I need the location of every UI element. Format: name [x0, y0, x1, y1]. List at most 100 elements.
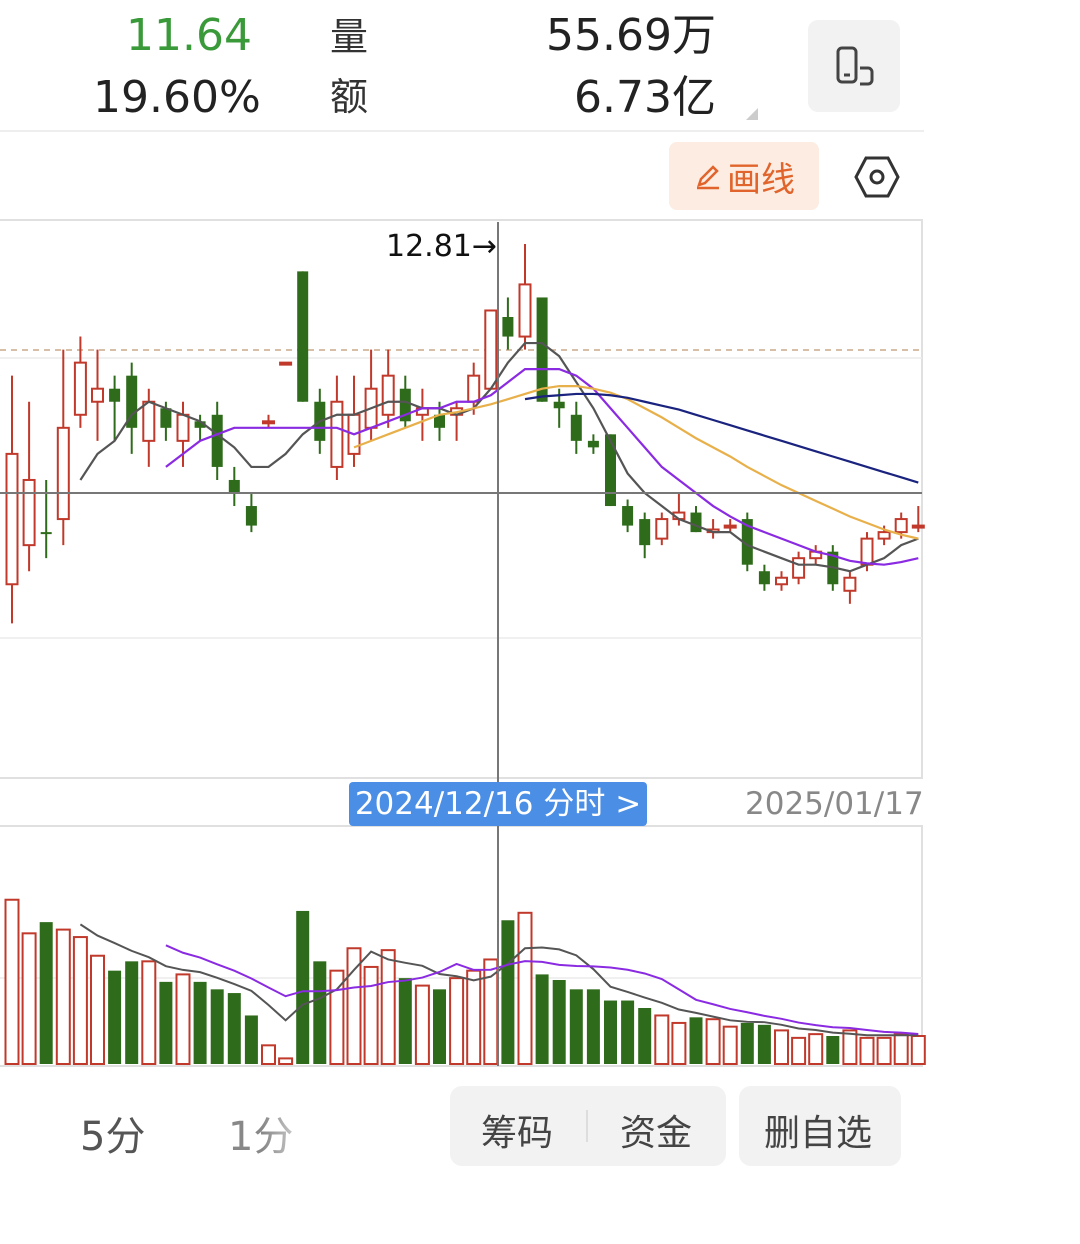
volume-bar — [689, 1017, 703, 1064]
volume-bar — [604, 1000, 617, 1064]
volume-bar — [791, 1036, 807, 1066]
volume-bar — [671, 1021, 687, 1066]
candles-group — [5, 244, 925, 624]
volume-bar — [433, 989, 446, 1064]
volume-bar — [21, 932, 37, 1065]
candle-body — [211, 414, 223, 467]
candle-body — [142, 400, 156, 442]
candle-body — [73, 361, 87, 416]
volume-bar — [722, 1025, 738, 1065]
end-date-label: 2025/01/17 — [745, 786, 924, 822]
candle-body — [228, 479, 240, 493]
remove-watchlist-button[interactable]: 删自选 — [764, 1104, 872, 1156]
volume-bar — [296, 910, 310, 1064]
candle-body — [330, 400, 344, 468]
candle-body — [109, 388, 121, 402]
volume-bar — [193, 981, 207, 1064]
price-panel-frame — [0, 219, 923, 779]
volume-bar — [483, 958, 499, 1066]
candle-body — [758, 571, 770, 585]
tab-5min[interactable]: 5分 — [80, 1104, 145, 1162]
candle-body — [40, 532, 52, 535]
volume-bar — [757, 1024, 771, 1064]
volume-bar — [210, 989, 224, 1064]
candle-body — [297, 271, 309, 402]
candle-body — [536, 297, 548, 402]
volume-bar — [535, 974, 549, 1064]
candle-body — [894, 518, 908, 534]
candle-body — [587, 440, 599, 448]
volume-bar — [141, 960, 157, 1065]
chips-button[interactable]: 筹码 — [481, 1104, 553, 1156]
ma-lines-group — [79, 341, 919, 573]
volume-bar — [125, 961, 139, 1064]
volume-bar — [501, 920, 515, 1064]
volume-bar — [705, 1018, 721, 1066]
volume-bar — [893, 1033, 909, 1065]
volume-bar — [4, 898, 20, 1065]
candle-body — [911, 524, 925, 529]
volume-bar — [72, 936, 88, 1065]
volume-bar — [55, 928, 71, 1065]
volume-bar — [808, 1033, 824, 1065]
volume-bar — [175, 973, 191, 1066]
candle-body — [91, 387, 104, 403]
volume-bar — [39, 922, 53, 1064]
volume-bar — [876, 1036, 892, 1066]
volume-bar — [244, 1015, 258, 1064]
candle-body — [160, 408, 172, 428]
candle-body — [570, 414, 582, 441]
funds-button[interactable]: 资金 — [620, 1104, 692, 1156]
candle-body — [262, 420, 275, 425]
volume-bar — [227, 993, 241, 1064]
volume-bar — [90, 954, 105, 1066]
kline-chart[interactable]: 12.81→ — [0, 0, 1080, 1080]
volume-bar — [449, 977, 465, 1066]
volume-bar — [380, 949, 396, 1066]
ma-line-1 — [79, 341, 919, 573]
candle-body — [176, 413, 190, 442]
volume-bars-group — [4, 898, 926, 1066]
candle-body — [843, 576, 857, 592]
candle-body — [502, 317, 514, 337]
volume-bar — [261, 1044, 276, 1066]
volume-bar — [638, 1008, 652, 1064]
candle-body — [877, 531, 891, 540]
crosshair-date-label: 2024/12/16 分时 > — [354, 786, 642, 822]
tab-fade — [262, 1096, 322, 1156]
crosshair-price-label: 12.81→ — [386, 229, 497, 264]
volume-bar — [159, 981, 173, 1064]
candle-body — [467, 374, 481, 403]
volume-bar — [774, 1029, 789, 1066]
candle-body — [484, 309, 498, 390]
candle-body — [622, 506, 634, 526]
volume-bar — [621, 1000, 635, 1064]
candle-body — [22, 478, 36, 547]
pill-divider — [586, 1110, 588, 1142]
volume-bar — [398, 978, 412, 1064]
volume-bar — [842, 1029, 858, 1066]
volume-bar — [466, 969, 482, 1066]
volume-bar — [569, 989, 583, 1064]
candle-body — [605, 434, 616, 507]
volume-bar — [552, 980, 566, 1064]
ma-line-4 — [524, 392, 919, 484]
crosshair-date-badge[interactable]: 2024/12/16 分时 > — [349, 782, 647, 826]
candle-body — [245, 506, 257, 526]
candle-body — [860, 537, 874, 566]
volume-bar — [586, 989, 600, 1064]
candle-body — [775, 576, 788, 586]
candle-body — [56, 426, 70, 521]
volume-bar — [108, 970, 122, 1064]
volume-bar — [740, 1022, 754, 1064]
candle-body — [5, 452, 19, 586]
volume-bar — [826, 1036, 840, 1064]
volume-bar — [859, 1036, 875, 1066]
candle-body — [690, 512, 702, 533]
candle-body — [655, 518, 669, 540]
volume-bar — [278, 1057, 294, 1066]
volume-bar — [910, 1035, 926, 1065]
candle-body — [279, 361, 293, 366]
volume-bar — [654, 1014, 670, 1066]
volume-bar — [313, 961, 327, 1064]
